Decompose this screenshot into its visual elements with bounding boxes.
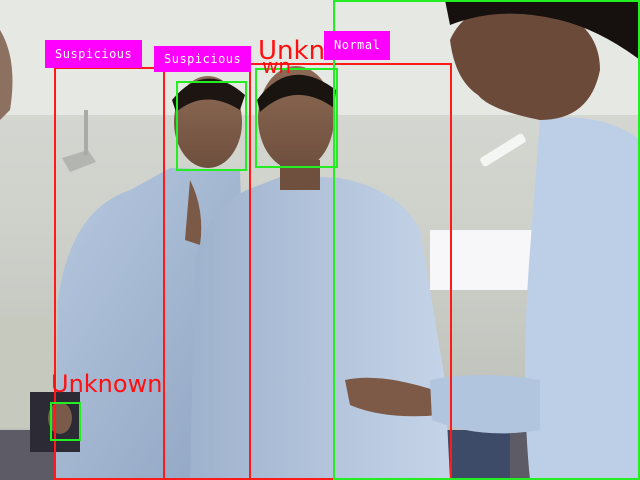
camera-frame: Suspicious Suspicious Normal Unkn wn Unk… xyxy=(0,0,640,480)
face-box-small xyxy=(50,402,81,441)
face-box-left xyxy=(176,81,247,171)
face-box-center xyxy=(255,68,338,168)
detection-box-normal xyxy=(333,0,640,480)
face-label-unknown-top-tail: wn xyxy=(262,54,292,78)
status-label-suspicious-2: Suspicious xyxy=(154,46,252,72)
status-label-suspicious-1: Suspicious xyxy=(45,40,143,68)
face-label-unknown-bottom: Unknown xyxy=(51,370,163,398)
status-label-normal: Normal xyxy=(324,31,391,60)
